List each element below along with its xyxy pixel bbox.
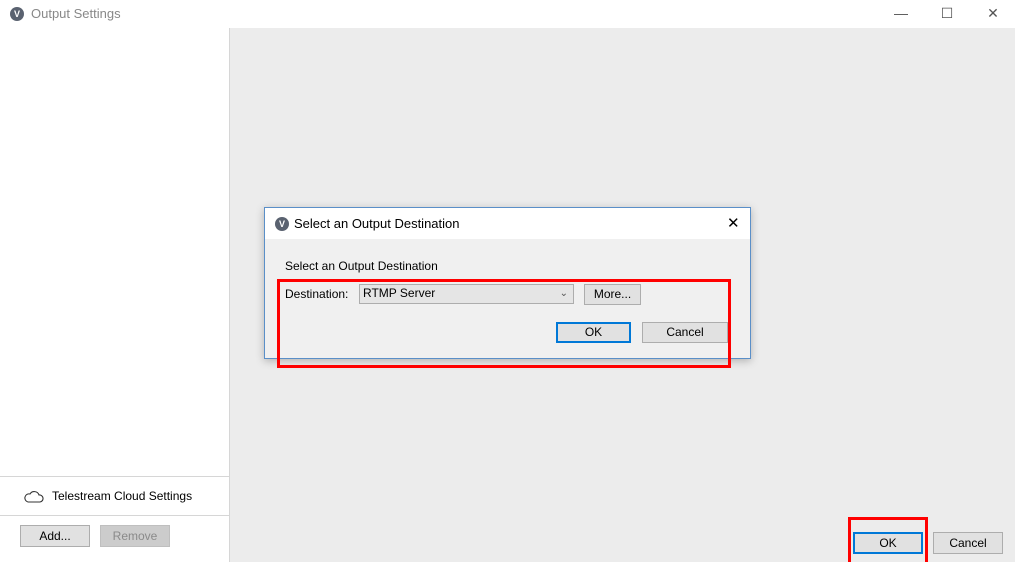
app-logo-icon: V (275, 217, 289, 231)
divider (0, 515, 229, 516)
highlight-box (848, 517, 928, 562)
remove-button[interactable]: Remove (100, 525, 170, 547)
cancel-button[interactable]: Cancel (933, 532, 1003, 554)
sidebar: Telestream Cloud Settings Add... Remove (0, 28, 230, 562)
maximize-button[interactable]: ☐ (924, 0, 970, 28)
cloud-settings-label: Telestream Cloud Settings (52, 489, 193, 503)
telestream-cloud-settings-item[interactable]: Telestream Cloud Settings (0, 477, 229, 515)
add-button[interactable]: Add... (20, 525, 90, 547)
title-bar: V Output Settings — ☐ ✕ (0, 0, 1015, 28)
app-logo-icon: V (10, 7, 24, 21)
dialog-heading: Select an Output Destination (285, 259, 438, 273)
window-title: Output Settings (31, 6, 121, 21)
dialog-title: Select an Output Destination (294, 216, 460, 231)
cloud-icon (24, 491, 44, 503)
dialog-title-bar: V Select an Output Destination ✕ (265, 208, 750, 239)
close-button[interactable]: ✕ (970, 0, 1015, 28)
highlight-box (277, 279, 731, 368)
dialog-close-button[interactable]: ✕ (727, 214, 740, 232)
minimize-button[interactable]: — (878, 0, 924, 28)
